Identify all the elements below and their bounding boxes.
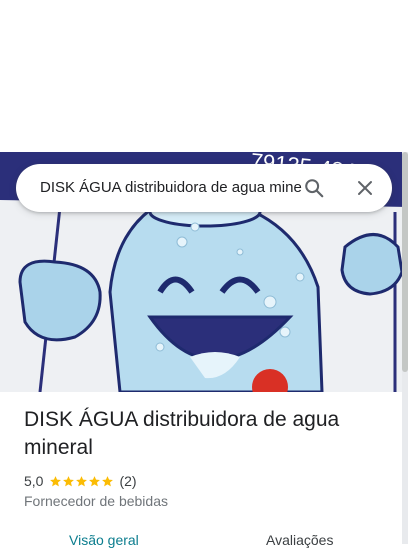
rating-row[interactable]: 5,0 (2) [24, 472, 137, 490]
star-rating [49, 475, 114, 488]
star-icon [76, 475, 88, 486]
tab-overview[interactable]: Visão geral [69, 532, 139, 548]
search-bar[interactable]: DISK ÁGUA distribuidora de agua mineral [16, 164, 392, 212]
rating-value: 5,0 [24, 473, 44, 489]
star-icon [102, 475, 114, 486]
search-input[interactable]: DISK ÁGUA distribuidora de agua mineral [40, 164, 302, 212]
place-category[interactable]: Fornecedor de bebidas [24, 493, 168, 509]
star-icon [63, 475, 75, 486]
star-icon [89, 475, 101, 486]
close-icon [358, 181, 372, 195]
star-icon [50, 475, 62, 486]
place-title: DISK ÁGUA distribuidora de agua mineral [24, 408, 340, 459]
clear-search-button[interactable] [347, 170, 383, 206]
review-count[interactable]: (2) [119, 473, 136, 489]
place-details-panel: DISK ÁGUA distribuidora de agua mineral … [0, 392, 402, 548]
search-icon [305, 179, 324, 198]
search-button[interactable] [296, 170, 332, 206]
tab-reviews[interactable]: Avaliações [266, 532, 333, 548]
scrollbar-thumb[interactable] [402, 152, 408, 372]
